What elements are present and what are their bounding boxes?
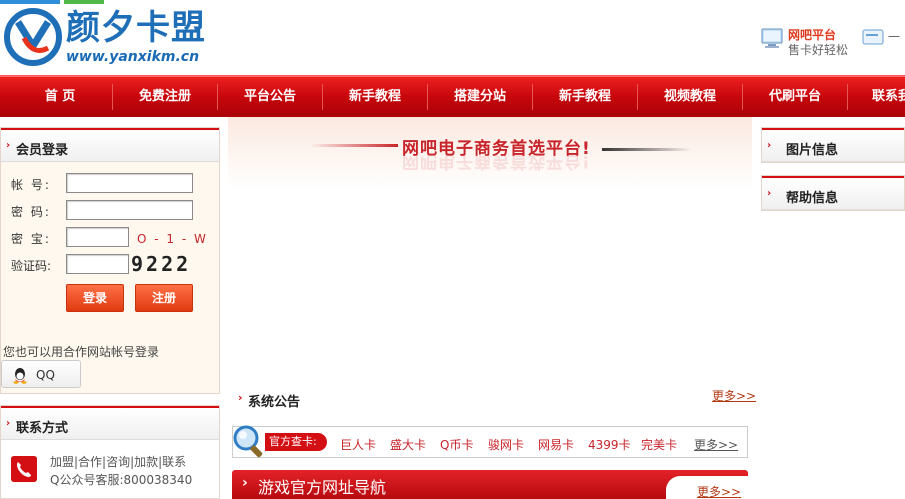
- header-promo-subtitle: 售卡好轻松: [788, 43, 849, 57]
- captcha-label: 验证码:: [11, 259, 52, 273]
- card-link[interactable]: 骏网卡: [488, 436, 524, 453]
- arrow-icon: ›: [238, 391, 243, 404]
- qq-button-label: QQ: [36, 368, 55, 382]
- top-strip: [0, 0, 60, 4]
- contact-line-1: 加盟|合作|咨询|加款|联系: [50, 455, 187, 469]
- register-button[interactable]: 注册: [135, 284, 193, 312]
- nav-separator: [322, 84, 323, 110]
- captcha-image[interactable]: 9222: [131, 252, 191, 276]
- nav-separator: [847, 84, 848, 110]
- main-nav: 首 页 免费注册 平台公告 新手教程 搭建分站 新手教程 视频教程 代刷平台 联…: [0, 75, 905, 117]
- site-header: 颜夕卡盟 www.yanxikm.cn 网吧平台 售卡好轻松 一: [0, 0, 905, 75]
- nav-separator: [637, 84, 638, 110]
- nav-separator: [532, 84, 533, 110]
- slogan-line-right: [602, 148, 692, 151]
- help-info-panel: › 帮助信息: [761, 175, 905, 211]
- account-label: 帐 号:: [11, 178, 51, 192]
- computer-icon: [761, 28, 783, 48]
- qq-icon: [13, 368, 27, 384]
- nav-register[interactable]: 免费注册: [127, 76, 203, 118]
- image-info-panel: › 图片信息: [761, 127, 905, 163]
- login-title: 会员登录: [16, 143, 69, 158]
- page: 颜夕卡盟 www.yanxikm.cn 网吧平台 售卡好轻松 一 首 页 免费注…: [0, 0, 905, 499]
- game-nav-title: 游戏官方网址导航: [258, 478, 387, 497]
- magnifier-icon: [233, 425, 263, 458]
- alt-login-text: 您也可以用合作网站帐号登录: [3, 345, 160, 359]
- cards-more-link[interactable]: 更多>>: [694, 436, 738, 453]
- arrow-icon: ›: [767, 140, 772, 151]
- password-input[interactable]: [66, 200, 193, 220]
- nav-announcements[interactable]: 平台公告: [232, 76, 308, 118]
- nav-home[interactable]: 首 页: [22, 76, 98, 118]
- header-promo[interactable]: 网吧平台 售卡好轻松 一: [760, 24, 905, 58]
- captcha-input[interactable]: [66, 254, 129, 274]
- slogan-line-left: [310, 144, 398, 147]
- login-header: › 会员登录: [1, 128, 219, 162]
- logo-icon[interactable]: [4, 8, 62, 66]
- card-link[interactable]: 4399卡: [588, 436, 631, 453]
- card-icon: [862, 29, 884, 45]
- contact-line-2: Q公众号客服:800038340: [50, 473, 193, 487]
- game-nav-banner: › 游戏官方网址导航: [232, 470, 748, 499]
- brand-url[interactable]: www.yanxikm.cn: [66, 49, 199, 65]
- nav-tutorial-2[interactable]: 新手教程: [547, 76, 623, 118]
- secret-label: 密 宝:: [11, 232, 51, 246]
- notice-more-link[interactable]: 更多>>: [712, 387, 756, 404]
- secret-input[interactable]: [66, 227, 129, 247]
- nav-separator: [112, 84, 113, 110]
- notice-title: 系统公告: [248, 395, 301, 410]
- login-button[interactable]: 登录: [66, 284, 124, 312]
- card-link[interactable]: Q币卡: [440, 436, 473, 453]
- help-info-header: › 帮助信息: [762, 176, 904, 210]
- contact-title: 联系方式: [16, 421, 69, 436]
- nav-separator: [427, 84, 428, 110]
- phone-icon: [11, 456, 37, 482]
- nav-separator: [742, 84, 743, 110]
- image-info-title: 图片信息: [786, 143, 839, 158]
- card-query-tag: 官方查卡:: [265, 433, 327, 451]
- nav-contact[interactable]: 联系我: [862, 76, 905, 118]
- qq-login-button[interactable]: QQ: [1, 360, 81, 388]
- arrow-icon: ›: [242, 475, 248, 491]
- image-info-header: › 图片信息: [762, 128, 904, 162]
- nav-substation[interactable]: 搭建分站: [442, 76, 518, 118]
- card-query-bar: 官方查卡: 巨人卡 盛大卡 Q币卡 骏网卡 网易卡 4399卡 完美卡 更多>>: [232, 426, 748, 458]
- arrow-icon: ›: [6, 140, 11, 151]
- game-nav-more-link[interactable]: 更多>>: [697, 483, 741, 499]
- slogan-reflection: 网吧电子商务首选平台!: [402, 151, 591, 171]
- secret-hint: O - 1 - W: [137, 232, 208, 246]
- help-info-title: 帮助信息: [786, 191, 839, 206]
- contact-panel: › 联系方式 加盟|合作|咨询|加款|联系 Q公众号客服:800038340: [0, 405, 220, 499]
- brand-name[interactable]: 颜夕卡盟: [66, 8, 206, 48]
- header-promo-extra: 一: [888, 30, 901, 44]
- nav-separator: [217, 84, 218, 110]
- nav-tutorial[interactable]: 新手教程: [337, 76, 413, 118]
- arrow-icon: ›: [6, 418, 11, 429]
- password-label: 密 码:: [11, 205, 51, 219]
- card-link[interactable]: 巨人卡: [340, 436, 376, 453]
- card-link[interactable]: 盛大卡: [390, 436, 426, 453]
- nav-proxy[interactable]: 代刷平台: [757, 76, 833, 118]
- contact-header: › 联系方式: [1, 406, 219, 440]
- nav-video[interactable]: 视频教程: [652, 76, 728, 118]
- top-strip-green: [64, 0, 104, 4]
- card-link[interactable]: 完美卡: [641, 436, 677, 453]
- arrow-icon: ›: [767, 188, 772, 199]
- account-input[interactable]: [66, 173, 193, 193]
- card-link[interactable]: 网易卡: [538, 436, 574, 453]
